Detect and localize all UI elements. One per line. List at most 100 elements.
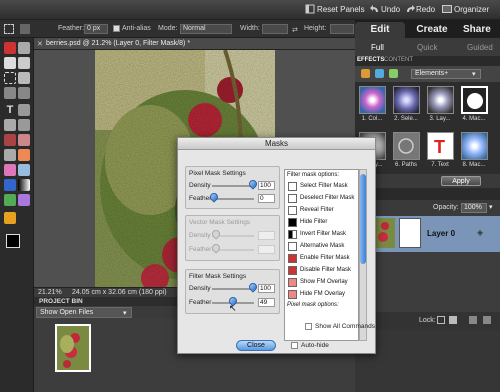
project-bin-select[interactable]: Show Open Files ▾ (36, 307, 132, 318)
antialias-checkbox[interactable] (113, 25, 120, 32)
redo-icon[interactable] (405, 4, 415, 14)
undo-button[interactable]: Undo (381, 5, 400, 14)
eraser-tool-icon[interactable] (4, 164, 16, 176)
close-document-icon[interactable]: ✕ (37, 40, 43, 48)
eyedropper-tool-icon[interactable] (18, 57, 30, 69)
pixel-density-slider-track[interactable] (212, 185, 254, 187)
magic-wand-tool-icon[interactable] (4, 87, 16, 99)
height-input[interactable] (330, 24, 354, 34)
pixel-feather-input[interactable]: 0 (258, 194, 275, 203)
option-item[interactable]: Select Filter Mask (300, 180, 348, 192)
project-bin-thumbnail[interactable] (55, 324, 91, 372)
option-item[interactable]: Show FM Overlay (300, 276, 348, 288)
option-item[interactable]: Reveal Filter (300, 204, 334, 216)
organizer-button[interactable]: Organizer (454, 5, 489, 14)
filter-feather-input[interactable]: 49 (258, 298, 275, 307)
auto-hide-checkbox[interactable] (291, 342, 298, 349)
effect-thumb-1[interactable] (359, 86, 386, 114)
option-item[interactable]: Invert Filter Mask (300, 228, 346, 240)
show-all-commands-checkbox[interactable] (305, 323, 312, 330)
cookie-cutter-tool-icon[interactable] (4, 119, 16, 131)
brush-tool-icon[interactable] (18, 164, 30, 176)
apply-button[interactable]: Apply (441, 176, 481, 186)
lasso-tool-icon[interactable] (18, 72, 30, 84)
gradient-tool-icon[interactable] (18, 179, 30, 191)
options-list-scroll-thumb[interactable] (360, 174, 366, 264)
chevron-down-icon[interactable]: ▾ (489, 203, 493, 211)
tab-content[interactable]: CONTENT (384, 57, 413, 63)
option-item[interactable]: Enable Filter Mask (300, 252, 350, 264)
tab-effects[interactable]: EFFECTS (357, 57, 384, 63)
zoom-tool-icon[interactable] (4, 42, 16, 54)
opacity-input[interactable]: 100% (461, 203, 487, 213)
lock-all-icon[interactable] (449, 316, 457, 324)
pencil-tool-icon[interactable] (18, 149, 30, 161)
foreground-color-swatch[interactable] (6, 234, 20, 248)
move-tool-icon[interactable] (4, 57, 16, 69)
selection-mode-icon[interactable] (20, 24, 30, 34)
undo-icon[interactable] (370, 4, 380, 14)
filter-density-slider-track[interactable] (212, 288, 254, 290)
feather-input[interactable]: 0 px (84, 24, 108, 34)
lock-transparency-icon[interactable] (437, 316, 445, 324)
width-input[interactable] (262, 24, 288, 34)
reset-panels-button[interactable]: Reset Panels (317, 5, 365, 14)
clone-stamp-tool-icon[interactable] (4, 149, 16, 161)
option-item[interactable]: Hide Filter (300, 216, 327, 228)
tab-create[interactable]: Create (409, 22, 455, 38)
new-layer-icon[interactable] (483, 316, 491, 324)
pixel-mask-options-heading: Pixel mask options: (287, 302, 339, 308)
marquee-tool-icon[interactable] (4, 72, 16, 84)
blur-tool-icon[interactable] (18, 194, 30, 206)
layer-styles-icon[interactable] (375, 69, 384, 78)
effect-thumb-8[interactable] (461, 132, 488, 160)
dialog-title[interactable]: Masks (178, 138, 375, 150)
healing-brush-tool-icon[interactable] (18, 134, 30, 146)
tab-edit[interactable]: Edit (355, 22, 405, 38)
type-tool-icon[interactable]: T (4, 104, 16, 116)
organizer-icon[interactable] (442, 4, 452, 14)
effects-category-select[interactable]: Elements+ ▾ (411, 69, 481, 79)
selection-brush-tool-icon[interactable] (18, 87, 30, 99)
option-item[interactable]: Deselect Filter Mask (300, 192, 354, 204)
layer-row-layer-0[interactable]: Layer 0 ◈ (372, 216, 500, 252)
photo-effects-icon[interactable] (389, 69, 398, 78)
redo-button[interactable]: Redo (416, 5, 435, 14)
red-eye-tool-icon[interactable] (4, 134, 16, 146)
reset-panels-icon[interactable] (305, 4, 315, 14)
marquee-option-icon[interactable] (4, 24, 14, 34)
filter-mask-thumbnail[interactable] (399, 218, 421, 248)
effect-thumb-2[interactable] (393, 86, 420, 114)
shape-tool-icon[interactable] (4, 194, 16, 206)
effect-thumb-3[interactable] (427, 86, 454, 114)
delete-layer-icon[interactable] (469, 316, 477, 324)
paint-bucket-tool-icon[interactable] (4, 179, 16, 191)
subtab-guided[interactable]: Guided (467, 43, 493, 52)
effect-thumb-6[interactable] (393, 132, 420, 160)
option-item[interactable]: Disable Filter Mask (300, 264, 351, 276)
filter-mask-options-list[interactable]: Filter mask options: Select Filter Mask … (284, 169, 359, 341)
sponge-tool-icon[interactable] (4, 212, 16, 224)
subtab-quick[interactable]: Quick (417, 43, 437, 52)
tab-share[interactable]: Share (463, 22, 500, 38)
close-button[interactable]: Close (236, 340, 276, 351)
crop-tool-icon[interactable] (18, 104, 30, 116)
subtab-full[interactable]: Full (371, 43, 384, 52)
layer-name[interactable]: Layer 0 (427, 229, 455, 238)
pixel-density-slider-knob[interactable] (247, 178, 259, 190)
document-tab-title[interactable]: berries.psd @ 21.2% (Layer 0, Filter Mas… (46, 40, 190, 47)
effect-thumb-7[interactable]: T (427, 132, 454, 160)
pixel-feather-slider-track[interactable] (212, 198, 254, 200)
filter-density-input[interactable]: 100 (258, 284, 275, 293)
straighten-tool-icon[interactable] (18, 119, 30, 131)
hand-tool-icon[interactable] (18, 42, 30, 54)
pixel-density-input[interactable]: 100 (258, 181, 275, 190)
swap-icon[interactable]: ⇄ (292, 26, 298, 34)
effect-thumb-4-selected[interactable] (461, 86, 488, 114)
zoom-level-readout[interactable]: 21.21% (38, 289, 62, 296)
chevron-down-icon: ▾ (123, 310, 127, 317)
mode-select[interactable]: Normal (180, 24, 232, 34)
filters-icon[interactable] (361, 69, 370, 78)
option-item[interactable]: Alternative Mask (300, 240, 344, 252)
filter-density-slider-knob[interactable] (247, 281, 259, 293)
